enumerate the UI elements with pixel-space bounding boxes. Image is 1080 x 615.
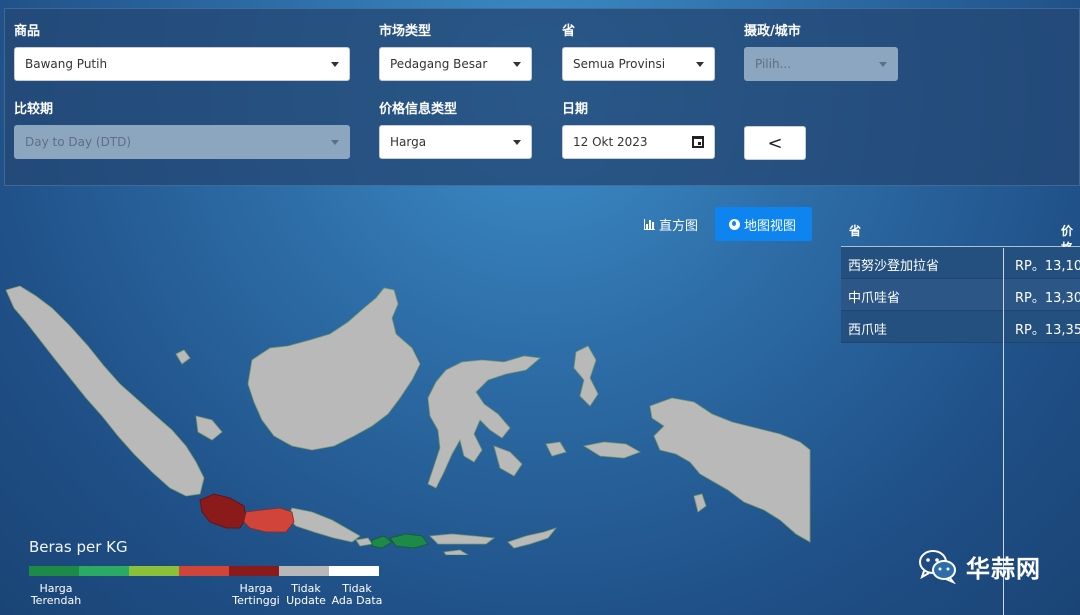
- commodity-select[interactable]: Bawang Putih: [14, 47, 350, 81]
- bali[interactable]: [355, 537, 373, 547]
- market-type-value: Pedagang Besar: [390, 57, 488, 71]
- compare-period-select[interactable]: Day to Day (DTD): [14, 125, 350, 159]
- chevron-down-icon: [513, 139, 521, 145]
- regency-select[interactable]: Pilih...: [744, 47, 898, 81]
- commodity-label: 商品: [14, 24, 41, 39]
- row-province: 中爪哇省: [848, 291, 901, 306]
- table-row[interactable]: 中爪哇省 RP。13,300: [841, 279, 1080, 311]
- chevron-down-icon: [513, 61, 521, 67]
- map-view-label: 地图视图: [744, 218, 797, 234]
- row-price: RP。13,300: [1015, 291, 1080, 306]
- timor[interactable]: [507, 527, 558, 549]
- legend-label-no-data: Tidak Ada Data: [331, 582, 383, 607]
- legend-swatch-6: [329, 566, 379, 576]
- java-east[interactable]: [287, 507, 361, 543]
- buru[interactable]: [545, 441, 567, 457]
- province-select[interactable]: Semua Provinsi: [562, 47, 715, 81]
- table-row[interactable]: 西努沙登加拉省 RP。13,100: [841, 247, 1080, 279]
- province-label: 省: [562, 24, 576, 39]
- legend-label-lowest: Harga Terendah: [30, 582, 82, 607]
- regency-value: Pilih...: [755, 57, 792, 71]
- back-button[interactable]: <: [744, 126, 806, 160]
- legend-swatch-1: [79, 566, 129, 576]
- watermark: 华蒜网: [918, 548, 1041, 584]
- sumatra[interactable]: [5, 285, 205, 497]
- flores[interactable]: [429, 533, 496, 545]
- watermark-text: 华蒜网: [966, 554, 1041, 583]
- compare-period-label: 比较期: [14, 102, 54, 117]
- table-row[interactable]: 西爪哇 RP。13,350: [841, 311, 1080, 343]
- riau-islands[interactable]: [175, 349, 191, 365]
- province-value: Semua Provinsi: [573, 57, 666, 71]
- bangka-island[interactable]: [195, 415, 223, 441]
- date-label: 日期: [562, 102, 589, 117]
- west-java[interactable]: [199, 493, 247, 529]
- legend-swatch-4: [229, 566, 279, 576]
- aru-islands[interactable]: [693, 493, 707, 513]
- date-input[interactable]: 12 Okt 2023: [562, 125, 715, 159]
- legend-color-scale: [29, 566, 379, 576]
- price-info-type-label: 价格信息类型: [379, 102, 458, 117]
- indonesia-map: [5, 285, 811, 555]
- price-table: 省 价格 西努沙登加拉省 RP。13,100 中爪哇省 RP。13,300 西爪…: [841, 212, 1080, 343]
- chart-view-label: 直方图: [659, 218, 699, 234]
- commodity-value: Bawang Putih: [25, 57, 108, 71]
- kalimantan[interactable]: [247, 287, 421, 451]
- chart-view-button[interactable]: 直方图: [630, 207, 712, 241]
- price-info-type-value: Harga: [390, 135, 427, 149]
- calendar-icon[interactable]: [692, 136, 704, 148]
- chevron-down-icon: [879, 61, 887, 67]
- legend-swatch-3: [179, 566, 229, 576]
- globe-icon: [729, 218, 740, 230]
- row-province: 西爪哇: [848, 323, 888, 338]
- price-info-type-select[interactable]: Harga: [379, 125, 532, 159]
- sulawesi-southeast[interactable]: [493, 445, 523, 477]
- date-value: 12 Okt 2023: [573, 135, 648, 149]
- wechat-icon: [919, 550, 956, 584]
- legend-swatch-0: [29, 566, 79, 576]
- chevron-down-icon: [331, 61, 339, 67]
- row-price: RP。13,100: [1015, 259, 1080, 274]
- sumba[interactable]: [443, 549, 469, 555]
- header-province[interactable]: 省: [849, 222, 861, 239]
- legend-swatch-2: [129, 566, 179, 576]
- compare-period-value: Day to Day (DTD): [25, 135, 132, 149]
- chevron-down-icon: [331, 139, 339, 145]
- market-type-label: 市场类型: [379, 24, 432, 39]
- papua[interactable]: [649, 397, 811, 543]
- legend-swatch-5: [279, 566, 329, 576]
- chevron-down-icon: [696, 61, 704, 67]
- market-type-select[interactable]: Pedagang Besar: [379, 47, 532, 81]
- central-java[interactable]: [243, 507, 295, 533]
- regency-label: 摄政/城市: [744, 24, 801, 39]
- ntb-lombok[interactable]: [371, 535, 393, 549]
- sulawesi[interactable]: [427, 355, 541, 489]
- row-price: RP。13,350: [1015, 323, 1080, 338]
- halmahera[interactable]: [573, 345, 599, 407]
- bar-chart-icon: [644, 218, 655, 230]
- ntb-sumbawa[interactable]: [389, 533, 429, 549]
- table-header: 省 价格: [841, 212, 1080, 255]
- seram[interactable]: [582, 441, 641, 459]
- filter-panel: [4, 8, 1080, 186]
- legend-title: Beras per KG: [29, 538, 128, 556]
- map-view-button[interactable]: 地图视图: [715, 207, 812, 241]
- row-province: 西努沙登加拉省: [848, 259, 940, 274]
